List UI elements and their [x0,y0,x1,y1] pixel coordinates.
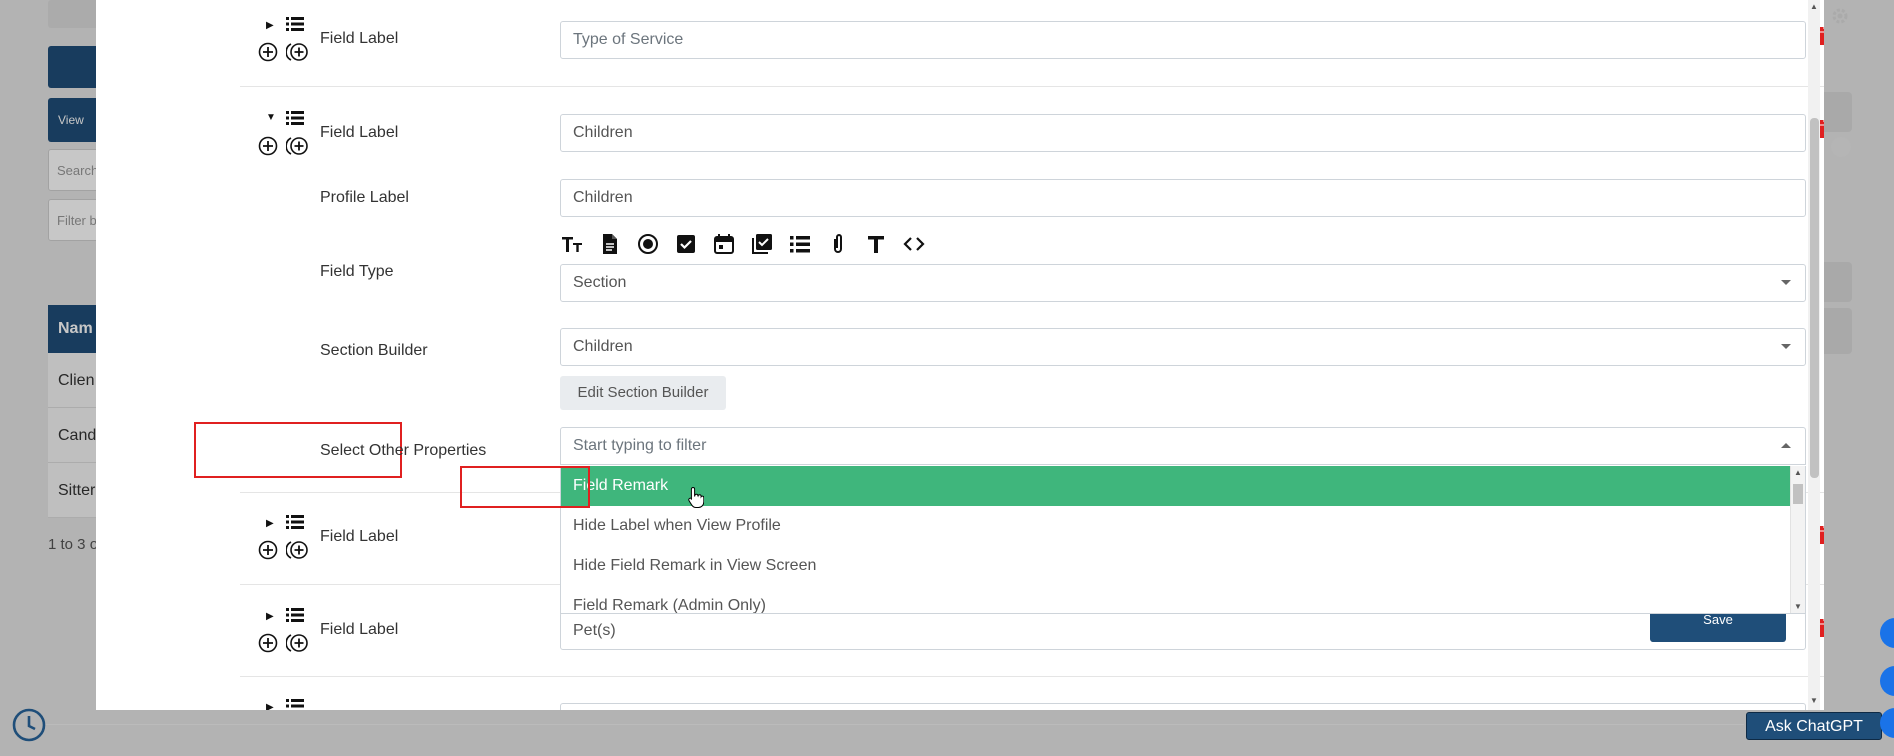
collapse-caret-icon[interactable]: ▼ [266,112,276,123]
text-size-icon[interactable] [560,232,584,256]
expand-caret-icon[interactable]: ▶ [266,20,274,31]
section-builder-value: Children [573,338,633,355]
field-label-text: Field Label [320,621,399,638]
add-field-icon[interactable] [258,42,278,62]
filter-placeholder: Start typing to filter [573,437,707,454]
list-icon[interactable] [788,232,812,256]
scroll-down-icon[interactable]: ▼ [1794,602,1802,611]
profile-label-input[interactable]: Children [560,179,1806,217]
other-properties-dropdown: Field Remark Hide Label when View Profil… [560,466,1806,614]
field-label-input[interactable] [560,703,1806,710]
section-builder-text: Section Builder [320,342,428,359]
row-divider [240,86,1824,87]
list-icon[interactable] [286,110,304,126]
code-icon[interactable] [902,232,926,256]
help-icon[interactable] [1830,136,1852,158]
other-properties-text: Select Other Properties [320,442,487,459]
field-label-text: Field Label [320,30,399,47]
add-field-icon[interactable] [258,633,278,653]
bottom-divider [44,724,1744,725]
hand-cursor-icon [688,486,704,508]
field-type-value: Section [573,274,627,291]
row-controls: ▶ [256,14,316,64]
chevron-down-icon [1781,280,1791,285]
profile-label-text: Profile Label [320,189,409,206]
add-field-icon[interactable] [258,136,278,156]
list-icon[interactable] [286,607,304,623]
row-controls: ▼ [256,108,316,158]
document-icon[interactable] [598,232,622,256]
add-subfield-icon[interactable] [286,136,308,156]
highlight-box [460,466,590,508]
row-controls: ▶ [256,696,316,710]
field-type-text: Field Type [320,263,394,280]
add-subfield-icon[interactable] [286,42,308,62]
add-field-icon[interactable] [258,540,278,560]
modal-scroll-thumb[interactable] [1810,118,1819,478]
expand-caret-icon[interactable]: ▶ [266,518,274,529]
add-subfield-icon[interactable] [286,540,308,560]
field-label-input[interactable]: Children [560,114,1806,152]
calendar-icon[interactable] [712,232,736,256]
checkbox-icon[interactable] [674,232,698,256]
clock-icon[interactable] [12,708,46,742]
gear-icon[interactable] [1830,6,1850,26]
row-controls: ▶ [256,605,316,655]
list-icon[interactable] [286,698,304,710]
row-divider [240,676,1824,677]
field-label-text: Field Label [320,124,399,141]
paperclip-icon[interactable] [826,232,850,256]
other-properties-filter-input[interactable]: Start typing to filter [560,427,1806,465]
field-label-input[interactable]: Pet(s) [560,612,1806,650]
chevron-up-icon [1781,443,1791,448]
scroll-down-icon[interactable]: ▼ [1808,696,1820,705]
field-label-text: Field Label [320,528,399,545]
ask-chatgpt-button[interactable]: Ask ChatGPT [1746,712,1882,740]
add-subfield-icon[interactable] [286,633,308,653]
dropdown-option[interactable]: Hide Label when View Profile [561,506,1791,546]
dropdown-scroll-thumb[interactable] [1793,484,1803,504]
field-label-input[interactable]: Type of Service [560,21,1806,59]
dropdown-scrollbar[interactable]: ▲ ▼ [1790,466,1805,613]
expand-caret-icon[interactable]: ▶ [266,611,274,622]
chevron-down-icon [1781,344,1791,349]
dropdown-option-field-remark[interactable]: Field Remark [561,466,1791,506]
checklist-icon[interactable] [750,232,774,256]
section-builder-select[interactable]: Children [560,328,1806,366]
row-controls: ▶ [256,512,316,562]
field-type-select[interactable]: Section [560,264,1806,302]
scroll-up-icon[interactable]: ▲ [1808,2,1820,11]
scroll-up-icon[interactable]: ▲ [1794,468,1802,477]
field-builder-modal: ▶ Field Label Type of Service ▼ Field La… [96,0,1824,710]
expand-caret-icon[interactable]: ▶ [266,702,274,710]
text-icon[interactable] [864,232,888,256]
list-icon[interactable] [286,514,304,530]
radio-icon[interactable] [636,232,660,256]
dropdown-option[interactable]: Field Remark (Admin Only) [561,586,1791,613]
dropdown-option[interactable]: Hide Field Remark in View Screen [561,546,1791,586]
edit-section-builder-button[interactable]: Edit Section Builder [560,376,726,410]
list-icon[interactable] [286,16,304,32]
